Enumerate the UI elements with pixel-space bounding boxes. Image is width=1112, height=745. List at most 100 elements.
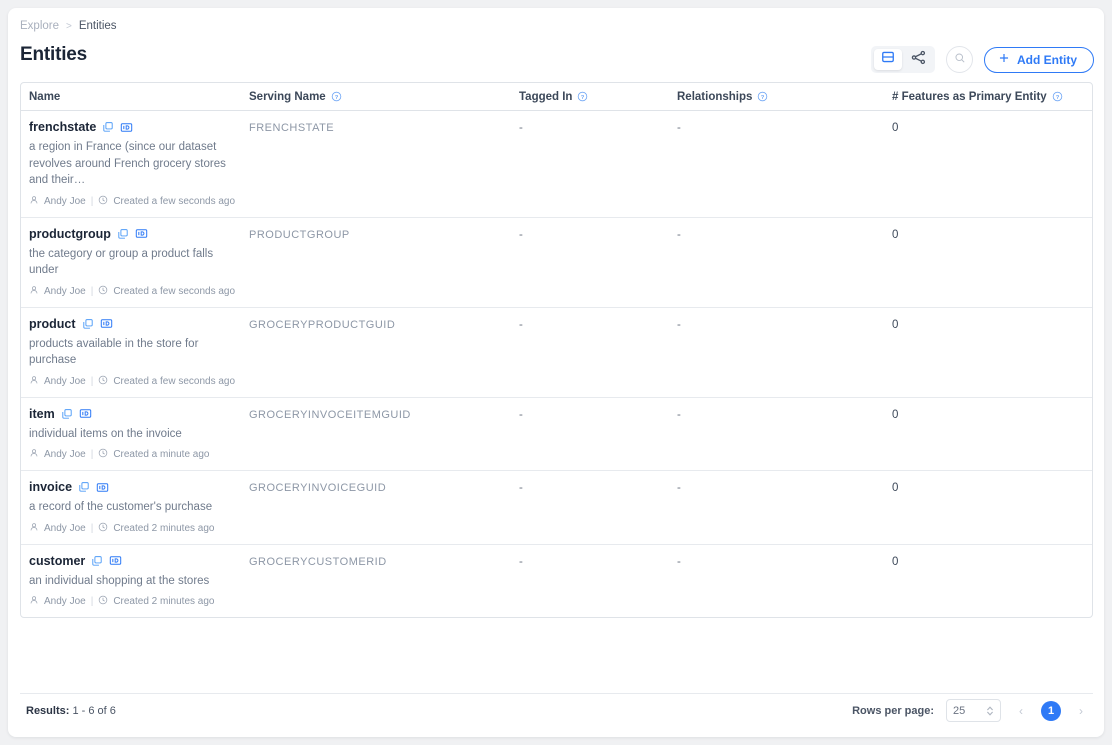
breadcrumb-explore[interactable]: Explore [20, 20, 59, 32]
next-page-button[interactable]: › [1073, 701, 1089, 721]
cell-name: item individual items on the invoice And… [21, 407, 241, 462]
id-badge-icon[interactable] [120, 121, 133, 134]
help-icon[interactable]: ? [1052, 91, 1063, 102]
cell-serving-name: GROCERYPRODUCTGUID [249, 318, 396, 331]
rows-per-page-select[interactable]: 25 [946, 699, 1001, 722]
id-badge-icon[interactable] [100, 317, 113, 330]
help-icon[interactable]: ? [331, 91, 342, 102]
cell-features-primary: 0 [892, 408, 899, 421]
copy-icon[interactable] [82, 318, 94, 330]
page-1-button[interactable]: 1 [1041, 700, 1061, 721]
cell-name: productgroup the category or group a pro… [21, 227, 241, 298]
entity-created: Created 2 minutes ago [113, 596, 215, 607]
column-header-tagged-in[interactable]: Tagged In ? [511, 91, 669, 103]
table-header-row: Name Serving Name ? Tagged In ? Relation… [21, 83, 1092, 111]
entities-table: Name Serving Name ? Tagged In ? Relation… [20, 82, 1093, 618]
graph-view-icon [911, 50, 926, 70]
svg-text:?: ? [334, 95, 338, 101]
cell-features-primary: 0 [892, 228, 899, 241]
cell-relationships: - [677, 318, 681, 331]
table-view-button[interactable] [874, 49, 902, 70]
copy-icon[interactable] [91, 555, 103, 567]
help-icon[interactable]: ? [577, 91, 588, 102]
column-label: Relationships [677, 90, 753, 103]
table-row[interactable]: customer an individual shopping at the s… [21, 545, 1092, 618]
cell-name: frenchstate a region in France (since ou… [21, 120, 241, 208]
cell-features-primary: 0 [892, 482, 899, 494]
entity-name-link[interactable]: productgroup [29, 227, 111, 241]
clock-icon [98, 448, 108, 461]
person-icon [29, 448, 39, 461]
cell-relationships: - [677, 122, 681, 134]
clock-icon [98, 195, 108, 208]
cell-features-primary: 0 [892, 318, 899, 331]
column-header-relationships[interactable]: Relationships ? [669, 91, 884, 103]
entity-name-link[interactable]: frenchstate [29, 120, 96, 134]
cell-features-primary: 0 [892, 122, 899, 134]
column-label: Name [29, 90, 61, 103]
copy-icon[interactable] [61, 408, 73, 420]
pagination-controls: Rows per page: 25 ‹ 1 › [852, 699, 1089, 722]
entity-meta: Andy Joe | Created a few seconds ago [29, 195, 241, 208]
entity-created: Created a few seconds ago [113, 375, 236, 387]
copy-icon[interactable] [78, 481, 90, 493]
svg-text:?: ? [581, 95, 585, 101]
table-view-icon [881, 50, 895, 69]
entity-name-link[interactable]: product [29, 317, 76, 331]
entity-name-link[interactable]: invoice [29, 480, 72, 494]
person-icon [29, 522, 39, 535]
entity-name-link[interactable]: customer [29, 554, 85, 568]
table-row[interactable]: product products available in the store … [21, 308, 1092, 398]
id-badge-icon[interactable] [79, 407, 92, 420]
cell-tagged-in: - [519, 122, 523, 134]
id-badge-icon[interactable] [135, 227, 148, 240]
breadcrumb-entities[interactable]: Entities [79, 20, 117, 32]
column-label: # Features as Primary Entity [892, 90, 1047, 103]
entity-author: Andy Joe [44, 596, 86, 607]
entity-description: individual items on the invoice [29, 427, 182, 440]
search-button[interactable] [946, 46, 973, 73]
cell-tagged-in: - [519, 318, 523, 331]
column-label: Tagged In [519, 90, 573, 103]
entity-description: a region in France (since our dataset re… [29, 141, 226, 186]
id-badge-icon[interactable] [96, 481, 109, 494]
column-header-features-primary[interactable]: # Features as Primary Entity ? [884, 91, 1092, 103]
entity-meta: Andy Joe | Created a few seconds ago [29, 285, 241, 298]
entity-author: Andy Joe [44, 449, 86, 460]
person-icon [29, 195, 39, 208]
entity-name-line: invoice [29, 480, 241, 494]
page-title: Entities [20, 44, 88, 65]
table-row[interactable]: productgroup the category or group a pro… [21, 218, 1092, 308]
entity-created: Created a minute ago [113, 449, 210, 460]
table-row[interactable]: item individual items on the invoice And… [21, 398, 1092, 471]
previous-page-button[interactable]: ‹ [1013, 701, 1029, 721]
entity-name-link[interactable]: item [29, 407, 55, 421]
table-row[interactable]: invoice a record of the customer's purch… [21, 471, 1092, 545]
clock-icon [98, 595, 108, 608]
meta-divider: | [90, 596, 94, 607]
column-header-name[interactable]: Name [21, 91, 241, 103]
graph-view-button[interactable] [904, 49, 932, 70]
help-icon[interactable]: ? [757, 91, 768, 102]
meta-divider: | [90, 449, 94, 460]
rows-per-page-value: 25 [953, 704, 966, 717]
entity-description: an individual shopping at the stores [29, 574, 210, 587]
entity-name-line: frenchstate [29, 120, 241, 134]
copy-icon[interactable] [102, 121, 114, 133]
stepper-icon[interactable] [986, 705, 994, 717]
view-mode-toggle [871, 46, 935, 73]
cell-features-primary: 0 [892, 555, 899, 568]
entity-description: the category or group a product falls un… [29, 247, 214, 277]
cell-name: customer an individual shopping at the s… [21, 554, 241, 609]
table-row[interactable]: frenchstate a region in France (since ou… [21, 111, 1092, 218]
entity-name-line: customer [29, 554, 241, 568]
cell-tagged-in: - [519, 555, 523, 568]
meta-divider: | [90, 522, 94, 534]
entity-created: Created a few seconds ago [113, 195, 236, 207]
copy-icon[interactable] [117, 228, 129, 240]
column-header-serving-name[interactable]: Serving Name ? [241, 91, 511, 103]
plus-icon [998, 52, 1010, 67]
id-badge-icon[interactable] [109, 554, 122, 567]
add-entity-button[interactable]: Add Entity [984, 46, 1094, 73]
clock-icon [98, 375, 108, 388]
